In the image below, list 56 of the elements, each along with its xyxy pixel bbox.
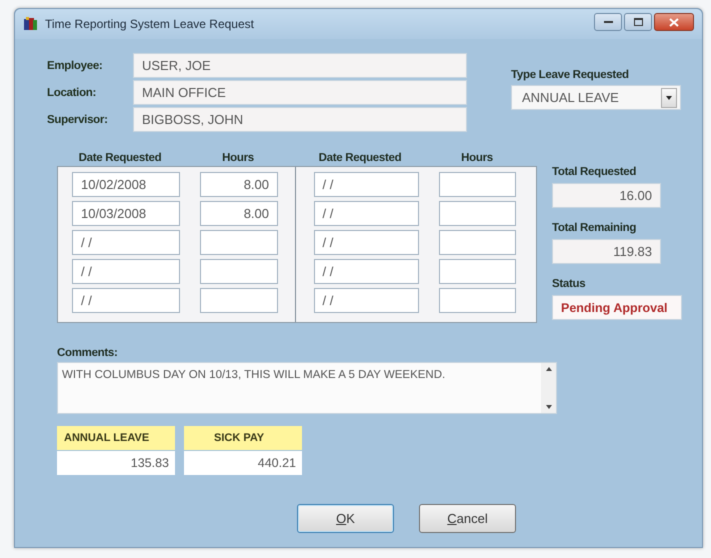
app-icon: [23, 16, 39, 32]
hours-field[interactable]: [438, 230, 516, 255]
status-label: Status: [552, 278, 586, 290]
scroll-down-icon[interactable]: [546, 405, 552, 409]
balance-header: ANNUAL LEAVE: [57, 426, 175, 450]
date-field[interactable]: / /: [314, 259, 418, 284]
hours-field[interactable]: [438, 288, 516, 313]
scroll-up-icon[interactable]: [546, 367, 552, 371]
status-value: Pending Approval: [552, 295, 682, 320]
text-field[interactable]: MAIN OFFICE: [133, 80, 467, 105]
hours-field[interactable]: [438, 201, 516, 226]
date-field[interactable]: 10/03/2008: [72, 201, 180, 226]
date-field[interactable]: / /: [314, 230, 418, 255]
maximize-button[interactable]: [624, 13, 652, 31]
column-header: Hours: [460, 152, 494, 166]
close-button[interactable]: [654, 13, 694, 31]
minimize-button[interactable]: [594, 13, 622, 31]
date-field[interactable]: / /: [314, 201, 418, 226]
total-label: Total Requested: [552, 166, 638, 178]
date-field[interactable]: 10/02/2008: [72, 172, 180, 197]
maximize-icon: [634, 18, 642, 26]
text-field[interactable]: BIGBOSS, JOHN: [133, 107, 467, 132]
balance-value: 440.21: [184, 451, 302, 475]
date-field[interactable]: / /: [314, 288, 418, 313]
balance-header: SICK PAY: [184, 426, 302, 450]
hours-field[interactable]: [200, 259, 278, 284]
date-field[interactable]: / /: [314, 172, 418, 197]
date-field[interactable]: / /: [72, 288, 180, 313]
close-icon: [669, 18, 679, 26]
leave-type-dropdown[interactable]: ANNUAL LEAVE: [511, 85, 681, 110]
field-label: Employee:: [47, 60, 104, 72]
comments-label: Comments:: [57, 347, 119, 359]
minimize-icon: [604, 20, 612, 24]
hours-field[interactable]: [200, 288, 278, 313]
total-value: 119.83: [552, 239, 661, 264]
text-field[interactable]: USER, JOE: [133, 53, 467, 78]
column-header: Date Requested: [318, 152, 402, 166]
field-label: Type Leave Requested: [511, 69, 630, 81]
date-field[interactable]: / /: [72, 230, 180, 255]
column-header: Date Requested: [78, 152, 162, 166]
field-label: Supervisor:: [47, 114, 109, 126]
hours-field[interactable]: 8.00: [200, 172, 278, 197]
column-header: Hours: [221, 152, 255, 166]
hours-field[interactable]: [438, 259, 516, 284]
hours-field[interactable]: 8.00: [200, 201, 278, 226]
comments-field[interactable]: WITH COLUMBUS DAY ON 10/13, THIS WILL MAKE A 5 DAY WEEKEND.: [57, 362, 557, 414]
ok-button[interactable]: OK: [297, 504, 394, 533]
balance-value: 135.83: [57, 451, 175, 475]
date-field[interactable]: / /: [72, 259, 180, 284]
field-label: Location:: [47, 86, 98, 98]
window-title: Time Reporting System Leave Request: [45, 17, 255, 31]
total-label: Total Remaining: [552, 222, 638, 234]
hours-field[interactable]: [438, 172, 516, 197]
total-value: 16.00: [552, 183, 661, 208]
hours-field[interactable]: [200, 230, 278, 255]
cancel-button[interactable]: Cancel: [419, 504, 516, 533]
